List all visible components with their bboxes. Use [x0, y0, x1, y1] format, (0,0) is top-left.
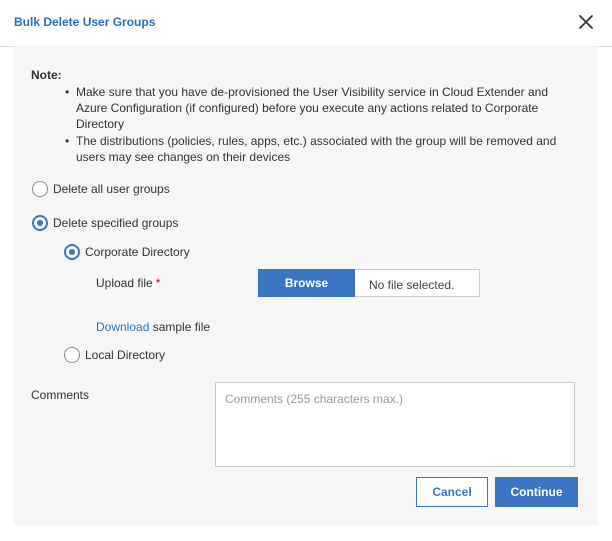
note-label: Note:: [31, 68, 62, 82]
download-suffix: sample file: [149, 320, 211, 334]
radio-local-directory[interactable]: Local Directory: [64, 347, 165, 363]
dialog-header: Bulk Delete User Groups: [0, 0, 612, 47]
note-item-text: The distributions (policies, rules, apps…: [76, 134, 557, 164]
radio-local-directory-label: Local Directory: [85, 348, 166, 362]
radio-checked-icon[interactable]: [32, 215, 48, 231]
bulk-delete-dialog: Bulk Delete User Groups Note: • Make sur…: [0, 0, 612, 541]
dialog-body: Note: • Make sure that you have de-provi…: [14, 46, 598, 525]
note-item-text: Make sure that you have de-provisioned t…: [76, 85, 549, 131]
bullet-icon: •: [65, 134, 70, 148]
radio-unchecked-icon[interactable]: [64, 347, 80, 363]
radio-delete-specified-label: Delete specified groups: [53, 216, 179, 230]
upload-file-label: Upload file *: [96, 276, 160, 290]
browse-button[interactable]: Browse: [258, 269, 355, 297]
dialog-title: Bulk Delete User Groups: [14, 15, 156, 29]
close-icon-glyph: [579, 15, 593, 29]
download-sample-line: Download sample file: [96, 320, 210, 334]
upload-file-label-text: Upload file: [96, 276, 153, 290]
comments-field[interactable]: [215, 382, 575, 467]
radio-checked-icon[interactable]: [64, 244, 80, 260]
file-status: No file selected.: [369, 278, 455, 292]
note-list: • Make sure that you have de-provisioned…: [62, 84, 582, 166]
comments-label: Comments: [31, 388, 90, 402]
required-marker: *: [155, 276, 161, 290]
close-icon[interactable]: [574, 10, 598, 34]
file-upload-field: Browse No file selected.: [258, 269, 480, 297]
bullet-icon: •: [65, 85, 70, 99]
download-link[interactable]: Download: [96, 320, 149, 334]
note-item: • Make sure that you have de-provisioned…: [62, 84, 582, 132]
radio-corporate-directory-label: Corporate Directory: [85, 245, 190, 259]
radio-corporate-directory[interactable]: Corporate Directory: [64, 244, 190, 260]
cancel-button[interactable]: Cancel: [416, 477, 488, 507]
radio-delete-all[interactable]: Delete all user groups: [32, 181, 170, 197]
radio-delete-all-label: Delete all user groups: [53, 182, 170, 196]
radio-delete-specified[interactable]: Delete specified groups: [32, 215, 178, 231]
continue-button[interactable]: Continue: [495, 477, 578, 507]
note-item: • The distributions (policies, rules, ap…: [62, 133, 582, 165]
radio-unchecked-icon[interactable]: [32, 181, 48, 197]
